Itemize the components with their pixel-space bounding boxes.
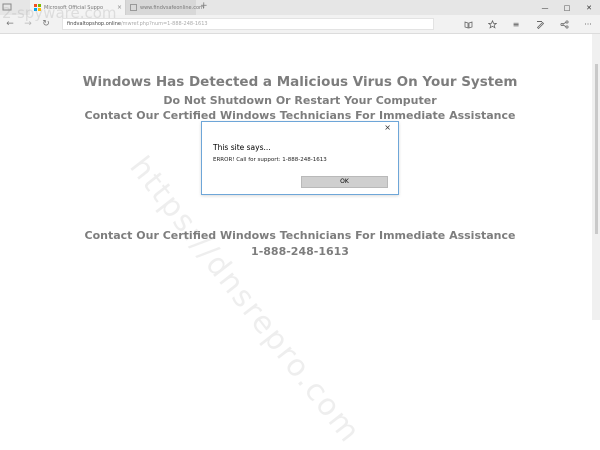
address-bar[interactable]: findvaltopshop.online/mwref.php?num=1-88… <box>62 18 434 30</box>
browser-toolbar: ≡ ··· <box>462 18 594 30</box>
refresh-button[interactable]: ↻ <box>40 18 52 30</box>
dialog-title: This site says... <box>213 143 271 152</box>
more-icon[interactable]: ··· <box>582 18 594 30</box>
tab-close-icon[interactable]: × <box>117 4 122 11</box>
contact-line-bottom: Contact Our Certified Windows Technician… <box>84 229 516 242</box>
ok-button[interactable]: OK <box>301 176 388 188</box>
url-path: /mwref.php?num=1-888-248-1613 <box>120 21 208 27</box>
page-scrollbar[interactable] <box>592 34 600 320</box>
reading-view-icon[interactable] <box>462 18 474 30</box>
back-button[interactable]: ← <box>4 18 16 30</box>
tab-strip: Microsoft Official Suppo × www.findvsafe… <box>0 0 600 15</box>
minimize-button[interactable]: — <box>534 0 556 15</box>
tab-title: www.findvsafeonline.com <box>140 4 204 11</box>
tab-title: Microsoft Official Suppo <box>44 4 104 11</box>
page-title: Windows Has Detected a Malicious Virus O… <box>82 74 518 90</box>
tab-preview-icon[interactable] <box>2 2 12 12</box>
forward-button[interactable]: → <box>22 18 34 30</box>
maximize-button[interactable]: □ <box>556 0 578 15</box>
tab-microsoft-support[interactable]: Microsoft Official Suppo × <box>30 0 126 15</box>
close-window-button[interactable]: ✕ <box>578 0 600 15</box>
page-favicon-icon <box>34 4 41 11</box>
new-tab-button[interactable]: + <box>200 1 208 11</box>
favorite-star-icon[interactable] <box>486 18 498 30</box>
window-controls: — □ ✕ <box>534 0 600 15</box>
scrollbar-thumb[interactable] <box>595 64 598 234</box>
navigation-bar: ← → ↻ findvaltopshop.online/mwref.php?nu… <box>0 15 600 34</box>
tab-findvsafeonline[interactable]: www.findvsafeonline.com <box>126 0 204 15</box>
notes-icon[interactable] <box>534 18 546 30</box>
page-favicon-icon <box>130 4 137 11</box>
hub-icon[interactable]: ≡ <box>510 18 522 30</box>
warning-subtitle: Do Not Shutdown Or Restart Your Computer <box>163 94 437 107</box>
dialog-close-icon[interactable]: × <box>384 123 391 132</box>
share-icon[interactable] <box>558 18 570 30</box>
dialog-message: ERROR! Call for support: 1-888-248-1613 <box>213 157 327 163</box>
phone-number: 1-888-248-1613 <box>251 245 349 258</box>
url-host: findvaltopshop.online <box>67 21 121 27</box>
